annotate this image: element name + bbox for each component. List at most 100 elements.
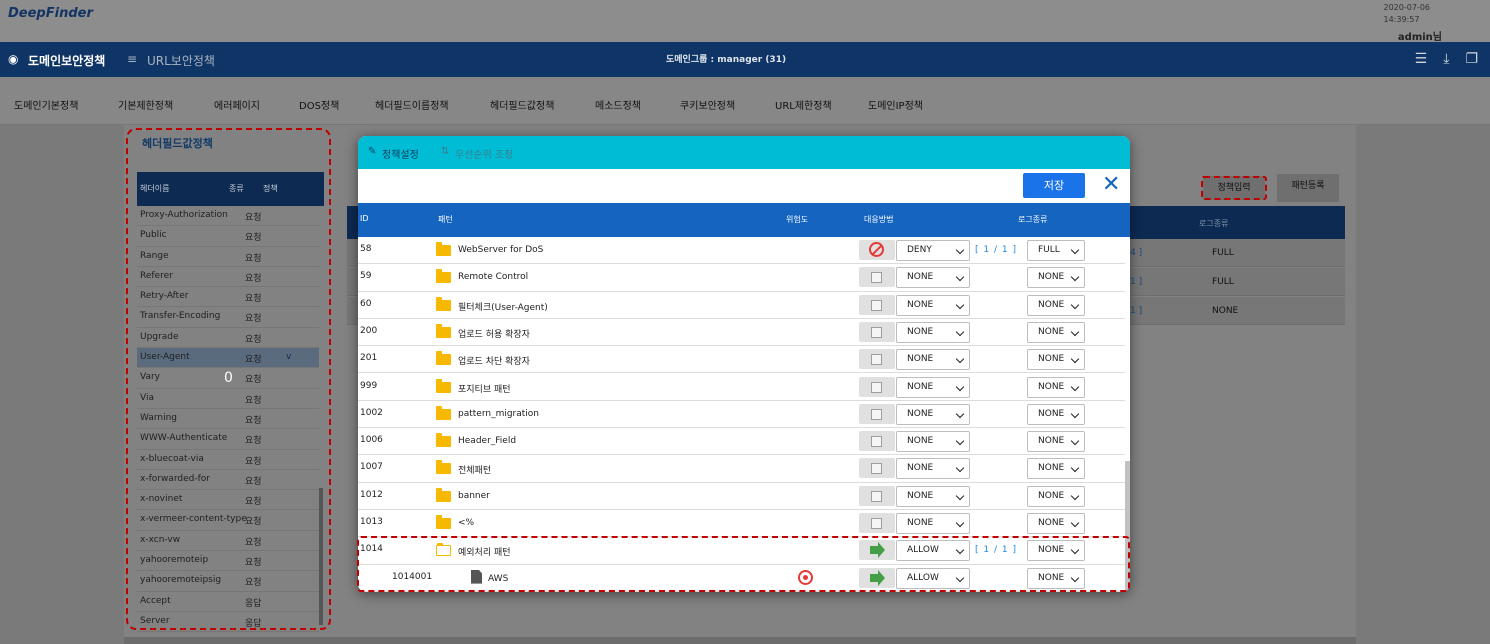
copy-icon[interactable]: ❐ bbox=[1465, 51, 1478, 67]
pattern-row[interactable]: 999 포지티브 패턴 NONE NONE bbox=[358, 373, 1125, 401]
action-select[interactable]: NONE bbox=[896, 513, 970, 534]
pattern-name[interactable]: Remote Control bbox=[458, 272, 528, 282]
pattern-name[interactable]: 포지티브 패턴 bbox=[458, 382, 511, 395]
action-select[interactable]: NONE bbox=[896, 294, 970, 316]
pattern-row[interactable]: 1012 banner NONE NONE bbox=[358, 482, 1125, 510]
pattern-row[interactable]: 1006 Header_Field NONE NONE bbox=[358, 428, 1125, 456]
menu-item[interactable]: 쿠키보안정책 bbox=[680, 97, 735, 112]
save-button[interactable]: 저장 bbox=[1023, 173, 1085, 198]
menu-item[interactable]: DOS정책 bbox=[299, 97, 339, 112]
tab-policy-settings[interactable]: 정책설정 bbox=[382, 146, 419, 161]
log-select[interactable]: NONE bbox=[1027, 485, 1085, 507]
folder-icon[interactable] bbox=[436, 269, 451, 284]
checkbox-icon bbox=[871, 518, 882, 529]
menu-item[interactable]: 헤더필드값정책 bbox=[490, 97, 554, 112]
action-select[interactable]: DENY bbox=[896, 240, 970, 261]
folder-icon[interactable] bbox=[436, 460, 451, 475]
pattern-name[interactable]: 업로드 차단 확장자 bbox=[458, 354, 530, 367]
log-select[interactable]: NONE bbox=[1027, 513, 1085, 534]
pattern-row[interactable]: 58 WebServer for DoS DENY [ 1 / 1 ] FULL bbox=[358, 237, 1125, 265]
checkbox-icon bbox=[871, 299, 882, 311]
pattern-row[interactable]: 59 Remote Control NONE NONE bbox=[358, 264, 1125, 292]
action-select[interactable]: NONE bbox=[896, 431, 970, 453]
app-logo[interactable]: DeepFinder bbox=[8, 6, 93, 21]
action-button[interactable] bbox=[859, 431, 895, 452]
menu-item[interactable]: 도메인기본정책 bbox=[14, 97, 78, 112]
folder-icon[interactable] bbox=[436, 351, 451, 366]
log-select[interactable]: NONE bbox=[1027, 294, 1085, 316]
action-button[interactable] bbox=[859, 349, 895, 370]
pattern-id: 200 bbox=[360, 325, 378, 336]
action-button[interactable] bbox=[859, 294, 895, 315]
action-select[interactable]: NONE bbox=[896, 403, 970, 425]
folder-icon[interactable] bbox=[436, 378, 451, 393]
col-id: ID bbox=[360, 214, 369, 223]
match-count: [ 1 / 1 ] bbox=[975, 245, 1017, 255]
log-select[interactable]: NONE bbox=[1027, 349, 1085, 371]
checkbox-icon bbox=[871, 490, 882, 502]
pattern-row[interactable]: 1002 pattern_migration NONE NONE bbox=[358, 400, 1125, 429]
pattern-id: 1002 bbox=[360, 407, 383, 418]
folder-icon[interactable] bbox=[436, 296, 451, 311]
action-button[interactable] bbox=[859, 240, 895, 260]
action-button[interactable] bbox=[859, 403, 895, 424]
action-select[interactable]: NONE bbox=[896, 485, 970, 507]
action-button[interactable] bbox=[859, 321, 895, 342]
checkbox-icon bbox=[871, 381, 882, 393]
folder-icon[interactable] bbox=[436, 515, 451, 529]
log-select[interactable]: FULL bbox=[1027, 240, 1085, 261]
folder-icon[interactable] bbox=[436, 433, 451, 448]
pattern-name[interactable]: <% bbox=[458, 518, 474, 528]
highlight-left-panel bbox=[126, 128, 331, 630]
checkbox-icon bbox=[871, 272, 882, 284]
pattern-name[interactable]: 업로드 허용 확장자 bbox=[458, 327, 530, 340]
log-select[interactable]: NONE bbox=[1027, 431, 1085, 453]
action-select[interactable]: NONE bbox=[896, 267, 970, 289]
close-icon[interactable]: ✕ bbox=[1102, 172, 1120, 198]
action-button[interactable] bbox=[859, 376, 895, 397]
menu-item[interactable]: 메소드정책 bbox=[595, 97, 641, 112]
action-select[interactable]: NONE bbox=[896, 321, 970, 343]
user-name[interactable]: admin님 bbox=[1398, 28, 1442, 43]
pattern-name[interactable]: WebServer for DoS bbox=[458, 245, 543, 255]
modal-toolbar: 저장 ✕ bbox=[358, 169, 1130, 203]
folder-icon[interactable] bbox=[436, 323, 451, 338]
checkbox-icon bbox=[871, 408, 882, 420]
pattern-row[interactable]: 60 필터체크(User-Agent) NONE NONE bbox=[358, 291, 1125, 319]
action-button[interactable] bbox=[859, 513, 895, 533]
pattern-row[interactable]: 1013 <% NONE NONE bbox=[358, 510, 1125, 538]
pattern-row[interactable]: 201 업로드 차단 확장자 NONE NONE bbox=[358, 346, 1125, 374]
pattern-register-button[interactable]: 패턴등록 bbox=[1277, 174, 1339, 202]
pattern-name[interactable]: Header_Field bbox=[458, 436, 516, 446]
pattern-name[interactable]: 필터체크(User-Agent) bbox=[458, 300, 548, 313]
menu-item[interactable]: 기본제한정책 bbox=[118, 97, 173, 112]
menu-item[interactable]: URL제한정책 bbox=[775, 97, 832, 112]
log-select[interactable]: NONE bbox=[1027, 267, 1085, 289]
action-select[interactable]: NONE bbox=[896, 376, 970, 398]
log-select[interactable]: NONE bbox=[1027, 376, 1085, 398]
download-icon[interactable]: ⤓ bbox=[1443, 51, 1449, 67]
folder-icon[interactable] bbox=[436, 242, 451, 256]
menu-item[interactable]: 에러페이지 bbox=[214, 97, 260, 112]
list-icon[interactable]: ☰ bbox=[1415, 51, 1428, 67]
pattern-row[interactable]: 1007 전체패턴 NONE NONE bbox=[358, 455, 1125, 483]
action-select[interactable]: NONE bbox=[896, 349, 970, 371]
action-button[interactable] bbox=[859, 458, 895, 479]
pattern-name[interactable]: pattern_migration bbox=[458, 409, 539, 419]
menu-item[interactable]: 도메인IP정책 bbox=[868, 97, 923, 112]
tab-url-policy[interactable]: URL보안정책 bbox=[147, 52, 215, 69]
pattern-name[interactable]: banner bbox=[458, 491, 490, 501]
action-button[interactable] bbox=[859, 267, 895, 288]
tab-priority[interactable]: 우선순위 조정 bbox=[455, 146, 513, 161]
folder-icon[interactable] bbox=[436, 487, 451, 502]
log-select[interactable]: NONE bbox=[1027, 458, 1085, 480]
pattern-row[interactable]: 200 업로드 허용 확장자 NONE NONE bbox=[358, 318, 1125, 347]
log-select[interactable]: NONE bbox=[1027, 403, 1085, 425]
folder-icon[interactable] bbox=[436, 405, 451, 420]
menu-item[interactable]: 헤더필드이름정책 bbox=[375, 97, 449, 112]
log-select[interactable]: NONE bbox=[1027, 321, 1085, 343]
action-select[interactable]: NONE bbox=[896, 458, 970, 480]
pattern-name[interactable]: 전체패턴 bbox=[458, 463, 491, 476]
action-button[interactable] bbox=[859, 485, 895, 506]
tab-domain-policy[interactable]: 도메인보안정책 bbox=[28, 52, 105, 69]
